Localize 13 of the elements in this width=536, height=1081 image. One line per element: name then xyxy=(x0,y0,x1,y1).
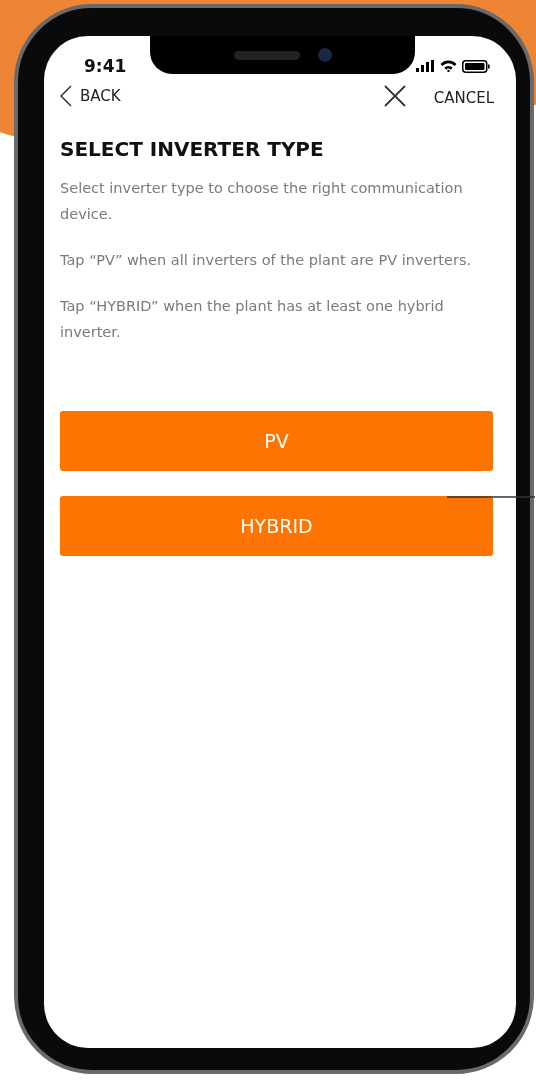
chevron-left-icon xyxy=(60,85,72,107)
status-time: 9:41 xyxy=(84,56,127,76)
cancel-button[interactable]: CANCEL xyxy=(433,89,494,107)
description-text: Tap “PV” when all inverters of the plant are PV inverters. xyxy=(60,251,473,270)
back-button[interactable]: BACK xyxy=(60,85,121,107)
wifi-icon xyxy=(440,60,457,72)
description-text: Select inverter type to choose the right communication device. xyxy=(60,179,464,224)
close-button[interactable] xyxy=(383,85,406,107)
signal-icon xyxy=(416,60,435,72)
page-title: SELECT INVERTER TYPE xyxy=(60,137,325,161)
description-text: Tap “HYBRID” when the plant has at least one hybrid inverter. xyxy=(60,297,445,342)
close-icon xyxy=(383,85,406,107)
battery-icon xyxy=(462,59,490,73)
